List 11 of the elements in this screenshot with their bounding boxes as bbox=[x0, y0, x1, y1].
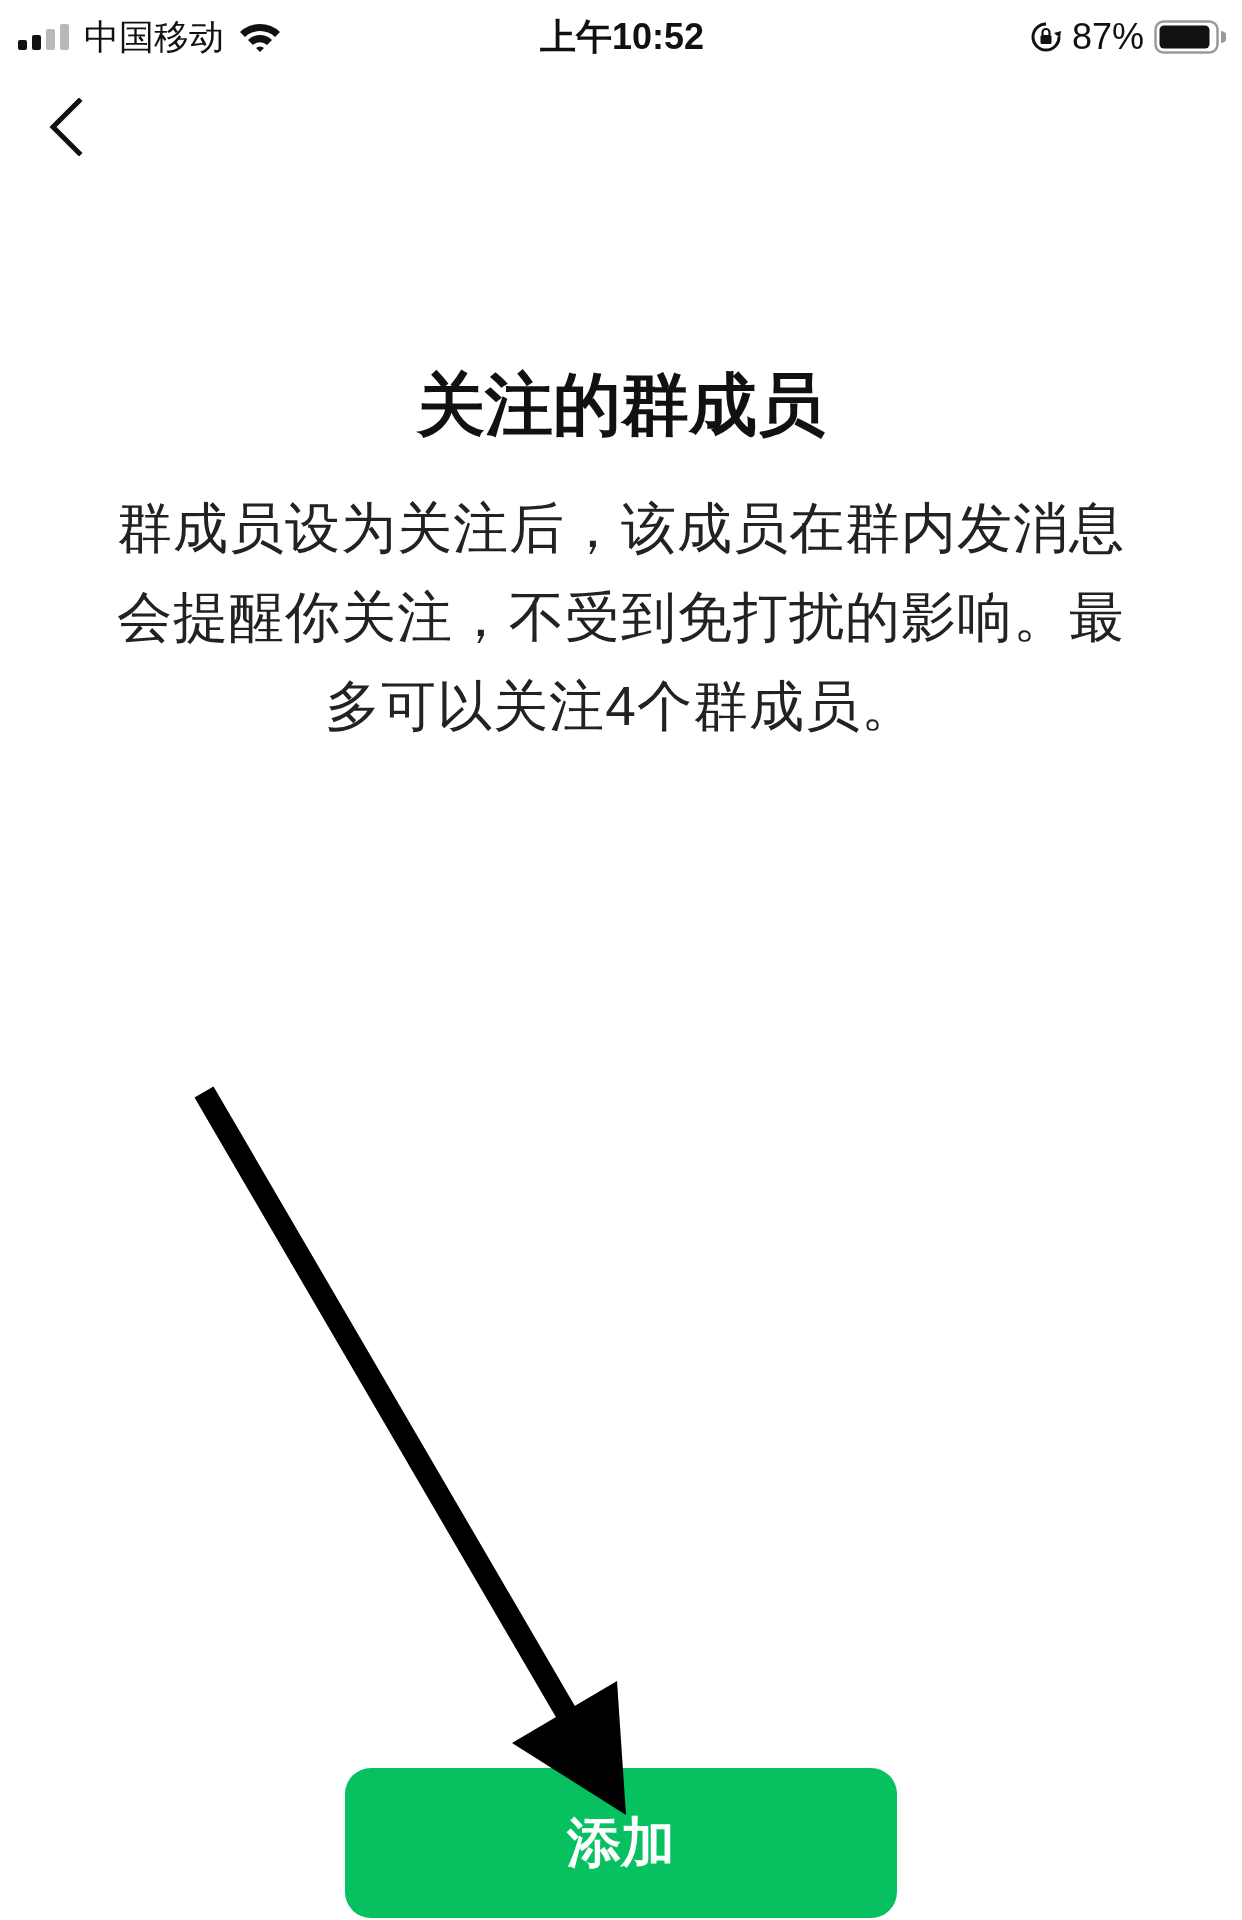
rotation-lock-icon bbox=[1029, 21, 1062, 53]
status-time: 上午10:52 bbox=[539, 17, 705, 57]
wifi-icon bbox=[238, 21, 282, 53]
page-title: 关注的群成员 bbox=[417, 365, 825, 444]
battery-percent: 87% bbox=[1071, 17, 1144, 57]
add-button[interactable]: 添加 bbox=[345, 1768, 897, 1918]
carrier-name: 中国移动 bbox=[84, 17, 224, 57]
signal-icon bbox=[18, 24, 70, 50]
back-chevron-icon bbox=[49, 98, 83, 156]
description-text: 群成员设为关注后，该成员在群内发消息会提醒你关注，不受到免打扰的影响。最多可以关注4个群成员。 bbox=[116, 496, 1126, 739]
battery-icon bbox=[1154, 20, 1226, 54]
